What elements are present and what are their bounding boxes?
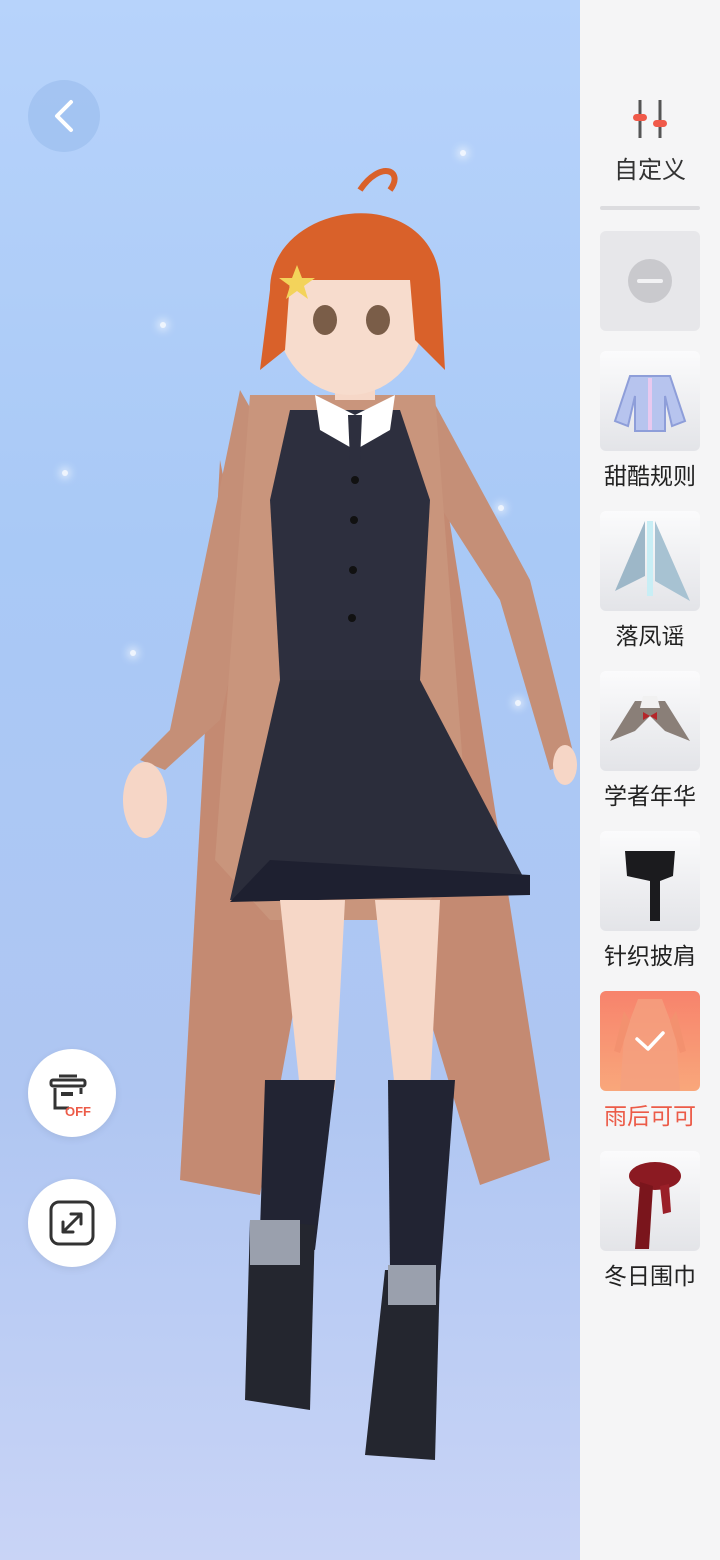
knit-shawl-icon [625,851,675,921]
capelet-icon [610,696,690,741]
off-badge: OFF [65,1104,91,1119]
jacket-icon [613,375,687,432]
none-thumb [600,231,700,331]
item-label: 针织披肩 [604,944,696,970]
jacket-thumb [600,351,700,451]
long-coat-thumb [600,991,700,1091]
item-label: 学者年华 [604,784,696,810]
scarf-icon [629,1161,681,1249]
divider [600,206,700,210]
sparkle [62,470,68,476]
none-icon [628,259,672,303]
avatar-character[interactable] [110,160,580,1470]
outfit-item-none[interactable] [600,231,700,331]
fullscreen-button[interactable] [28,1179,116,1267]
capelet-thumb [600,671,700,771]
item-label: 雨后可可 [604,1104,696,1130]
veil-thumb [600,511,700,611]
outfit-item-3[interactable]: 学者年华 [600,671,700,811]
checkmark-icon [635,1031,665,1051]
outfit-panel: 自定义 甜酷规则 落凤谣 学者年华 针织披肩 雨后可可 冬日围巾 [580,0,720,1560]
expand-icon [49,1200,95,1246]
custom-label: 自定义 [614,156,686,184]
item-label: 甜酷规则 [604,464,696,490]
outfit-item-4[interactable]: 针织披肩 [600,831,700,971]
outfit-item-2[interactable]: 落凤谣 [600,511,700,651]
sliders-icon [633,100,667,138]
outfit-item-6[interactable]: 冬日围巾 [600,1151,700,1291]
sparkle [460,150,466,156]
box-off-icon: OFF [49,1074,91,1119]
knit-shawl-thumb [600,831,700,931]
back-icon [55,100,73,132]
veil-icon [615,521,690,601]
hide-box-toggle[interactable]: OFF [28,1049,116,1137]
item-label: 落凤谣 [615,624,685,650]
scarf-thumb [600,1151,700,1251]
back-button[interactable] [28,80,100,152]
outfit-item-5-selected[interactable]: 雨后可可 [600,991,700,1131]
outfit-item-1[interactable]: 甜酷规则 [600,351,700,491]
custom-button[interactable]: 自定义 [580,96,720,185]
item-label: 冬日围巾 [604,1264,696,1290]
avatar-stage[interactable]: OFF [0,0,580,1560]
